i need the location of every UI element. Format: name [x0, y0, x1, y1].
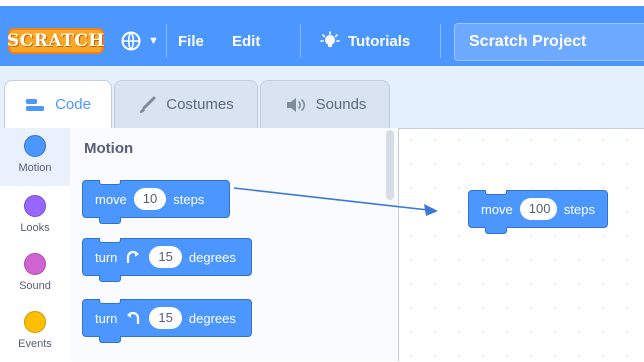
events-dot-icon: [24, 311, 46, 333]
palette-scrollbar[interactable]: [386, 130, 394, 200]
category-menu: Motion Looks Sound Events: [0, 128, 71, 361]
lightbulb-icon: [320, 31, 340, 51]
palette-section-title: Motion: [84, 140, 134, 157]
category-looks[interactable]: Looks: [0, 188, 70, 246]
block-label: turn: [95, 310, 118, 326]
block-label: turn: [95, 249, 118, 265]
block-top-notch: [99, 299, 121, 304]
script-workspace[interactable]: [399, 128, 644, 361]
sound-dot-icon: [24, 253, 46, 275]
globe-icon: [120, 30, 142, 52]
project-title-input[interactable]: Scratch Project: [454, 23, 644, 61]
looks-dot-icon: [24, 195, 46, 217]
block-top-notch: [485, 190, 507, 195]
tab-code-label: Code: [55, 96, 91, 113]
tutorials-menu[interactable]: Tutorials: [320, 24, 410, 58]
tab-costumes-label: Costumes: [166, 96, 234, 113]
chevron-down-icon: ▼: [148, 35, 159, 47]
block-top-notch: [99, 238, 121, 243]
code-icon: [25, 97, 47, 113]
block-label: degrees: [188, 310, 236, 326]
degrees-input[interactable]: 15: [149, 246, 182, 268]
category-motion-label: Motion: [18, 162, 52, 174]
file-menu[interactable]: File: [178, 24, 204, 58]
language-menu[interactable]: ▼: [120, 24, 159, 58]
block-bottom-notch: [485, 227, 507, 234]
category-looks-label: Looks: [20, 222, 50, 234]
block-bottom-notch: [99, 275, 121, 282]
menu-separator: [440, 24, 441, 58]
motion-dot-icon: [24, 135, 46, 157]
block-label: move: [481, 201, 513, 217]
block-bottom-notch: [99, 217, 121, 224]
tab-sounds-label: Sounds: [315, 96, 367, 113]
tab-sounds[interactable]: Sounds: [260, 80, 390, 128]
category-events-label: Events: [18, 338, 52, 350]
block-bottom-notch: [99, 336, 121, 343]
category-sound[interactable]: Sound: [0, 246, 70, 304]
degrees-input[interactable]: 15: [149, 307, 182, 329]
tab-costumes[interactable]: Costumes: [114, 80, 258, 128]
category-motion[interactable]: Motion: [0, 128, 70, 186]
menu-separator: [300, 24, 301, 58]
menu-separator: [166, 24, 167, 58]
block-label: move: [95, 191, 127, 207]
edit-menu[interactable]: Edit: [232, 24, 260, 58]
block-label: steps: [563, 201, 595, 217]
workspace-move-steps-block[interactable]: move 100 steps: [468, 190, 608, 234]
turn-right-block[interactable]: turn 15 degrees: [82, 238, 252, 282]
scratch-logo[interactable]: SCRATCH: [7, 28, 104, 54]
rotate-left-icon: [124, 310, 142, 326]
steps-input[interactable]: 10: [133, 188, 167, 210]
tutorials-label: Tutorials: [348, 32, 411, 50]
turn-left-block[interactable]: turn 15 degrees: [82, 299, 252, 343]
category-events[interactable]: Events: [0, 304, 70, 362]
move-steps-block[interactable]: move 10 steps: [82, 180, 230, 224]
steps-input[interactable]: 100: [519, 198, 557, 220]
speaker-icon: [284, 97, 308, 113]
rotate-right-icon: [124, 249, 142, 265]
category-sound-label: Sound: [19, 280, 51, 292]
brush-icon: [138, 96, 158, 114]
block-label: steps: [173, 191, 205, 207]
block-label: degrees: [188, 249, 236, 265]
menu-bar: SCRATCH ▼ File Edit Tutorials Scratch Pr…: [0, 6, 644, 66]
tab-code[interactable]: Code: [4, 80, 112, 128]
block-top-notch: [99, 180, 121, 185]
